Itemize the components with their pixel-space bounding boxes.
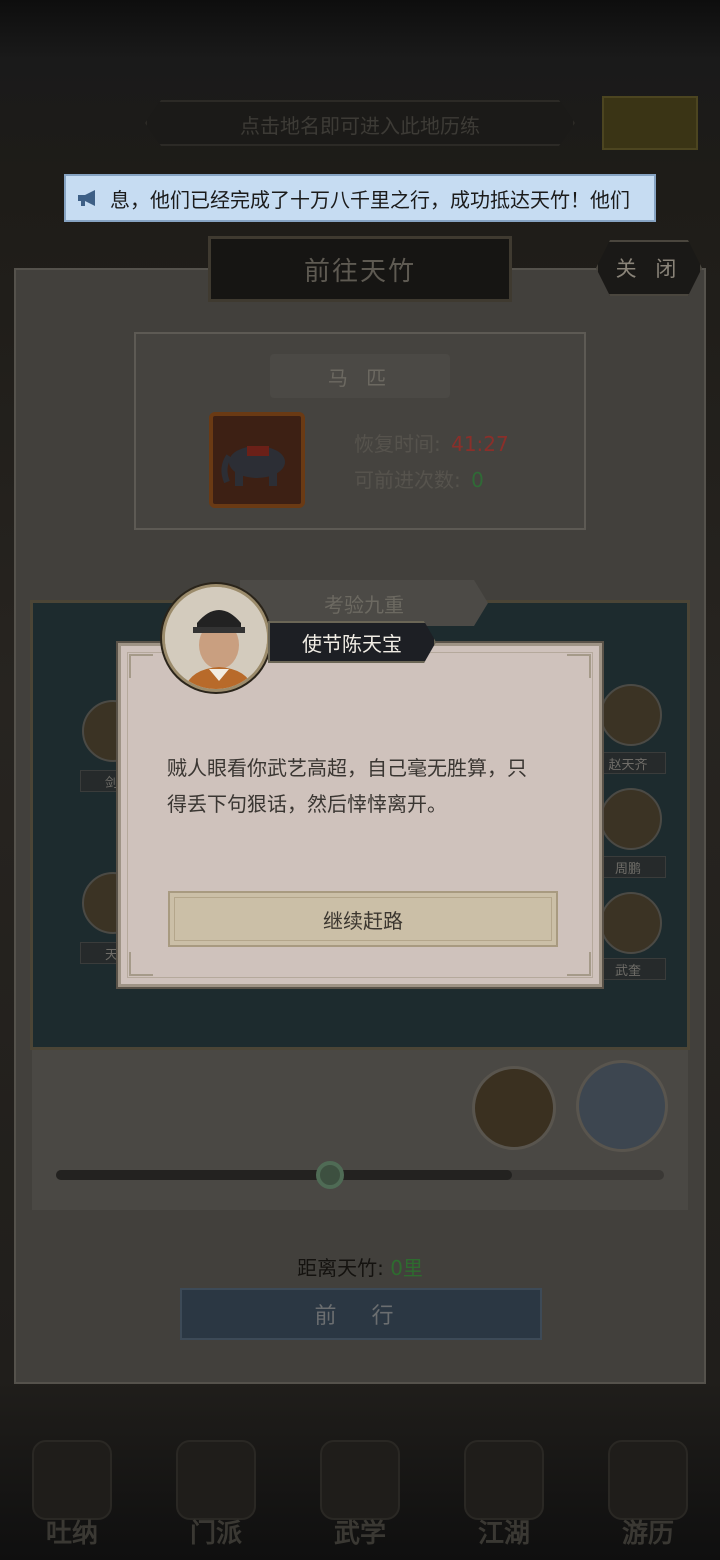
nav-breathing[interactable]: 吐纳 xyxy=(17,1434,127,1554)
nav-travel[interactable]: 游历 xyxy=(593,1434,703,1554)
nav-martial-arts[interactable]: 武学 xyxy=(305,1434,415,1554)
npc-portrait[interactable] xyxy=(600,684,662,746)
nav-icon xyxy=(608,1440,688,1520)
nav-icon xyxy=(320,1440,400,1520)
nav-icon xyxy=(176,1440,256,1520)
boss-avatar[interactable] xyxy=(576,1060,668,1152)
megaphone-icon xyxy=(78,190,95,206)
game-screen: 点击地名即可进入此地历练 息，他们已经完成了十万八千里之行，成功抵达天竹！他们 … xyxy=(0,0,720,1560)
npc-portrait[interactable] xyxy=(600,788,662,850)
nav-icon xyxy=(32,1440,112,1520)
map-thumbnail[interactable] xyxy=(602,96,698,150)
horse-item-icon[interactable] xyxy=(209,412,305,508)
dialog-line: 贼人眼看你武艺高超，自己毫无胜算，只 xyxy=(167,756,527,780)
nav-label: 武学 xyxy=(333,1519,386,1549)
recovery-row: 恢复时间: 41:27 xyxy=(354,428,509,457)
recovery-label: 恢复时间: xyxy=(354,432,441,456)
recovery-value: 41:27 xyxy=(451,432,509,456)
speaker-name: 使节陈天宝 xyxy=(268,621,436,663)
broadcast-text: 息，他们已经完成了十万八千里之行，成功抵达天竹！他们 xyxy=(110,187,630,212)
advances-label: 可前进次数: xyxy=(354,468,461,492)
advance-button[interactable]: 前 行 xyxy=(180,1288,542,1340)
speaker-portrait xyxy=(162,584,270,692)
close-button[interactable]: 关 闭 xyxy=(596,240,702,296)
nav-icon xyxy=(464,1440,544,1520)
panel-title: 前往天竹 xyxy=(208,236,512,302)
dialog-box: 贼人眼看你武艺高超，自己毫无胜算，只 得丢下句狠话，然后悻悻离开。 继续赶路 xyxy=(118,643,602,987)
horse-label: 马 匹 xyxy=(270,354,450,398)
advances-value: 0 xyxy=(471,468,484,492)
progress-marker xyxy=(316,1161,344,1189)
nav-label: 吐纳 xyxy=(45,1519,98,1549)
corner-ornament xyxy=(567,952,591,976)
nav-label: 游历 xyxy=(621,1519,674,1549)
nav-sect[interactable]: 门派 xyxy=(161,1434,271,1554)
dialog-line: 得丢下句狠话，然后悻悻离开。 xyxy=(167,792,447,816)
continue-button[interactable]: 继续赶路 xyxy=(168,891,558,947)
distance-value: 0里 xyxy=(390,1256,423,1280)
corner-ornament xyxy=(129,952,153,976)
nav-jianghu[interactable]: 江湖 xyxy=(449,1434,559,1554)
dialog-message: 贼人眼看你武艺高超，自己毫无胜算，只 得丢下句狠话，然后悻悻离开。 xyxy=(167,750,563,822)
stage-label: 考验九重 xyxy=(240,580,488,626)
npc-portrait[interactable] xyxy=(600,892,662,954)
continue-label: 继续赶路 xyxy=(323,908,403,933)
advances-row: 可前进次数: 0 xyxy=(354,464,484,493)
elephant-icon xyxy=(221,446,285,486)
distance-label: 距离天竹: xyxy=(297,1256,384,1280)
corner-ornament xyxy=(129,654,153,678)
progress-fill xyxy=(56,1170,512,1180)
broadcast-banner: 息，他们已经完成了十万八千里之行，成功抵达天竹！他们 xyxy=(64,174,656,222)
nav-label: 江湖 xyxy=(477,1519,530,1549)
nav-label: 门派 xyxy=(189,1519,242,1549)
distance-row: 距离天竹: 0里 xyxy=(0,1252,720,1281)
corner-ornament xyxy=(567,654,591,678)
bottom-nav: 吐纳 门派 武学 江湖 游历 xyxy=(0,1430,720,1560)
player-avatar[interactable] xyxy=(472,1066,556,1150)
